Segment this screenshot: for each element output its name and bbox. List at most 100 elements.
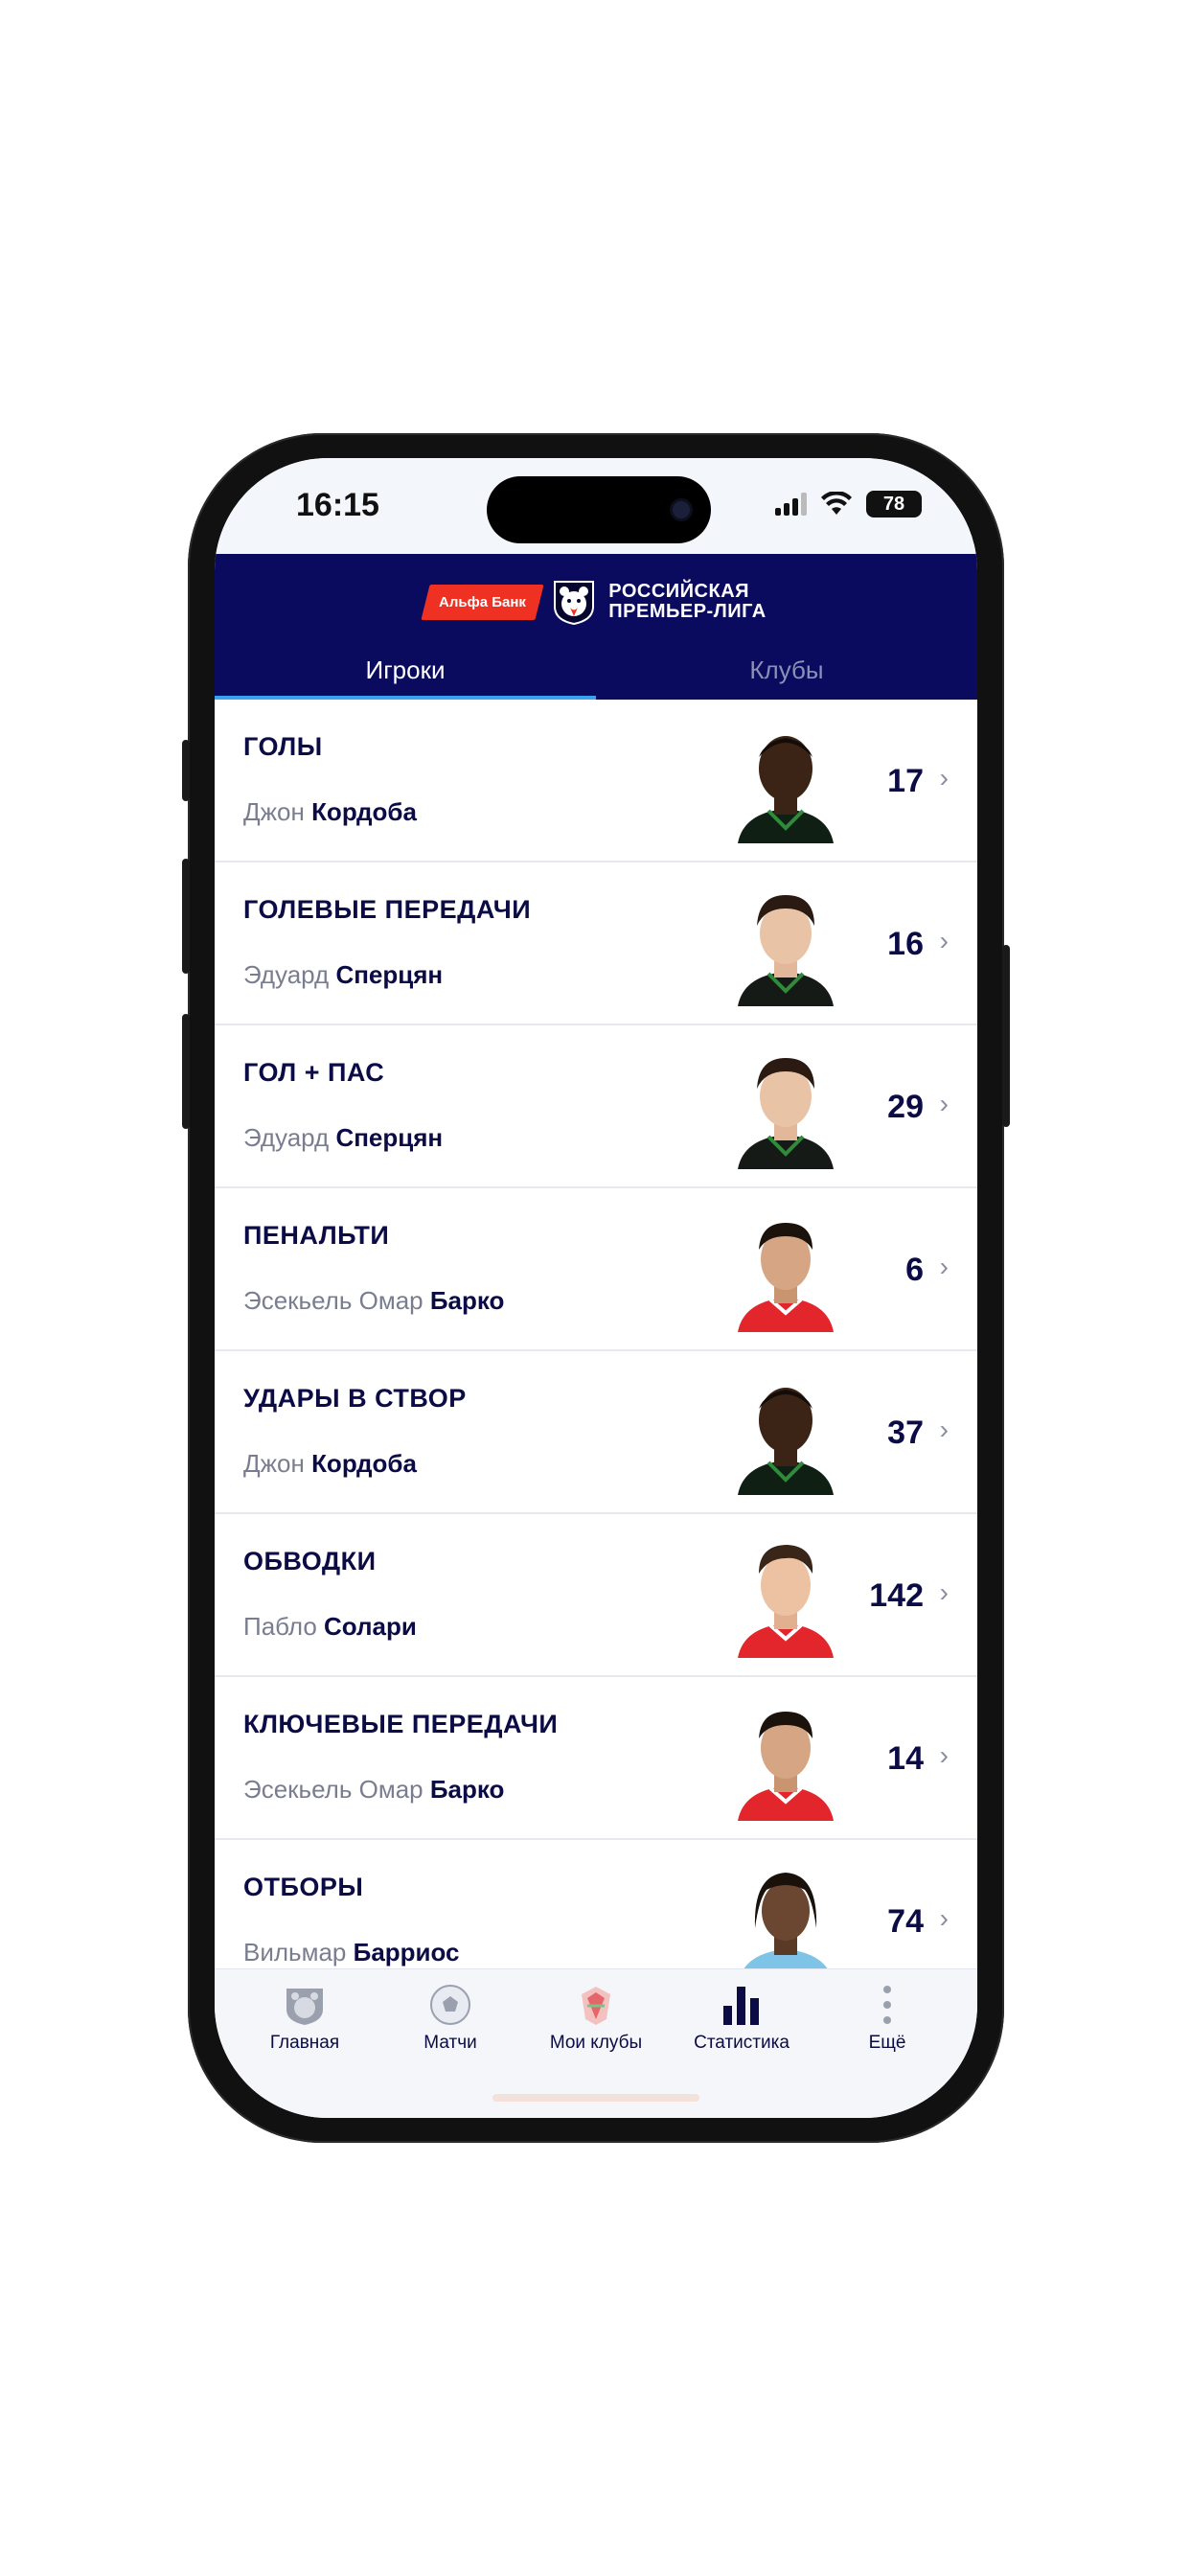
player-name: Эсекьель Омар Барко [243,1775,504,1805]
player-last-name: Барко [429,1286,505,1315]
nav-label: Мои клубы [549,2033,643,2053]
nav-my-clubs[interactable]: Мои клубы [529,1981,663,2054]
player-first-name: Джон [243,1449,305,1478]
bear-icon [286,1989,323,2025]
player-photo [730,884,841,1006]
player-photo [730,1535,841,1658]
tab-players[interactable]: Игроки [215,650,596,700]
player-photo [730,1698,841,1821]
stats-list: ГОЛЫ Джон Кордоба 17 › ГОЛЕВЫЕ ПЕРЕДАЧИ … [215,700,977,1968]
bank-logo-text: Альфа Банк [439,593,527,610]
screen: 16:15 78 Альфа Банк РОССИЙСКАЯ ПРЕМЬЕР-Л… [215,458,977,2118]
player-name: Эдуард Сперцян [243,960,443,990]
chevron-right-icon: › [939,1903,949,1933]
league-name: РОССИЙСКАЯ ПРЕМЬЕР-ЛИГА [608,582,766,622]
stat-category: ГОЛЕВЫЕ ПЕРЕДАЧИ [243,895,532,924]
player-first-name: Пабло [243,1612,317,1641]
stat-category: ПЕНАЛЬТИ [243,1221,390,1250]
stat-row-assists[interactable]: ГОЛЕВЫЕ ПЕРЕДАЧИ Эдуард Сперцян 16 › [215,862,977,1025]
rpl-bear-logo-icon [554,581,595,626]
bottom-nav: Главная Матчи Мои клубы Статистика Ещё [215,1968,977,2118]
player-photo [730,1209,841,1332]
player-name: Эдуард Сперцян [243,1123,443,1153]
nav-home[interactable]: Главная [238,1981,372,2054]
stat-category: УДАРЫ В СТВОР [243,1384,467,1413]
tab-clubs[interactable]: Клубы [596,650,977,700]
player-name: Пабло Солари [243,1612,417,1642]
chevron-right-icon: › [939,926,949,955]
player-last-name: Солари [324,1612,417,1641]
player-last-name: Кордоба [311,797,417,826]
wifi-icon [821,492,852,515]
league-name-line1: РОССИЙСКАЯ [608,581,750,602]
stat-row-goal-plus-assist[interactable]: ГОЛ + ПАС Эдуард Сперцян 29 › [215,1025,977,1188]
nav-label: Матчи [423,2033,477,2053]
player-name: Вильмар Барриос [243,1938,460,1967]
stat-row-tackles[interactable]: ОТБОРЫ Вильмар Барриос 74 › [215,1840,977,1968]
action-button [182,740,190,801]
volume-up-button [182,859,190,974]
status-bar: 16:15 78 [215,458,977,554]
home-indicator [492,2094,699,2102]
nav-label: Ещё [868,2033,906,2053]
cellular-signal-icon [775,493,807,516]
player-photo [730,721,841,843]
stat-category: ОТБОРЫ [243,1873,364,1901]
player-name: Эсекьель Омар Барко [243,1286,504,1316]
nav-label: Статистика [694,2033,790,2053]
stat-row-dribbles[interactable]: ОБВОДКИ Пабло Солари 142 › [215,1514,977,1677]
player-first-name: Эдуард [243,960,330,989]
league-name-line2: ПРЕМЬЕР-ЛИГА [608,601,767,622]
stat-category: ГОЛЫ [243,732,323,761]
stat-row-key-passes[interactable]: КЛЮЧЕВЫЕ ПЕРЕДАЧИ Эсекьель Омар Барко 14… [215,1677,977,1840]
stat-value: 17 [887,763,924,799]
player-first-name: Эсекьель Омар [243,1775,423,1804]
chevron-right-icon: › [939,1089,949,1118]
nav-matches[interactable]: Матчи [383,1981,517,2054]
stat-category: ГОЛ + ПАС [243,1058,385,1087]
stat-value: 37 [887,1414,924,1451]
stat-row-shots-on-target[interactable]: УДАРЫ В СТВОР Джон Кордоба 37 › [215,1351,977,1514]
chevron-right-icon: › [939,1252,949,1281]
chevron-right-icon: › [939,1740,949,1770]
stat-value: 74 [887,1903,924,1940]
club-crest-icon [582,1987,610,2025]
power-button [1002,945,1010,1127]
player-name: Джон Кордоба [243,1449,417,1479]
stat-value: 6 [905,1252,924,1288]
stats-bars-icon [723,1987,759,2025]
nav-label: Главная [269,2033,340,2053]
player-last-name: Кордоба [311,1449,417,1478]
alfa-bank-logo: Альфа Банк [421,584,544,620]
player-last-name: Барко [429,1775,505,1804]
stat-value: 29 [887,1089,924,1125]
player-first-name: Вильмар [243,1938,347,1966]
chevron-right-icon: › [939,763,949,793]
sponsor-league-logos: Альфа Банк РОССИЙСКАЯ ПРЕМЬЕР-ЛИГА [215,573,977,631]
stat-category: КЛЮЧЕВЫЕ ПЕРЕДАЧИ [243,1710,559,1738]
stat-row-goals[interactable]: ГОЛЫ Джон Кордоба 17 › [215,700,977,862]
player-first-name: Эсекьель Омар [243,1286,423,1315]
status-time: 16:15 [296,487,379,523]
stat-value: 16 [887,926,924,962]
stat-row-penalties[interactable]: ПЕНАЛЬТИ Эсекьель Омар Барко 6 › [215,1188,977,1351]
player-first-name: Джон [243,797,305,826]
player-photo [730,1046,841,1169]
more-dots-icon [883,1986,891,2024]
camera-icon [673,501,690,518]
stat-value: 14 [887,1740,924,1777]
player-first-name: Эдуард [243,1123,330,1152]
status-icons: 78 [775,491,922,518]
chevron-right-icon: › [939,1414,949,1444]
player-last-name: Сперцян [335,960,444,989]
player-last-name: Сперцян [335,1123,444,1152]
stat-value: 142 [869,1577,924,1614]
nav-statistics[interactable]: Статистика [675,1981,809,2054]
chevron-right-icon: › [939,1577,949,1607]
nav-more[interactable]: Ещё [820,1981,954,2054]
tab-bar: Игроки Клубы [215,650,977,700]
player-last-name: Барриос [353,1938,460,1966]
app-header: Альфа Банк РОССИЙСКАЯ ПРЕМЬЕР-ЛИГА Игрок… [215,554,977,700]
ball-icon [430,1985,470,2025]
player-photo [730,1861,841,1968]
